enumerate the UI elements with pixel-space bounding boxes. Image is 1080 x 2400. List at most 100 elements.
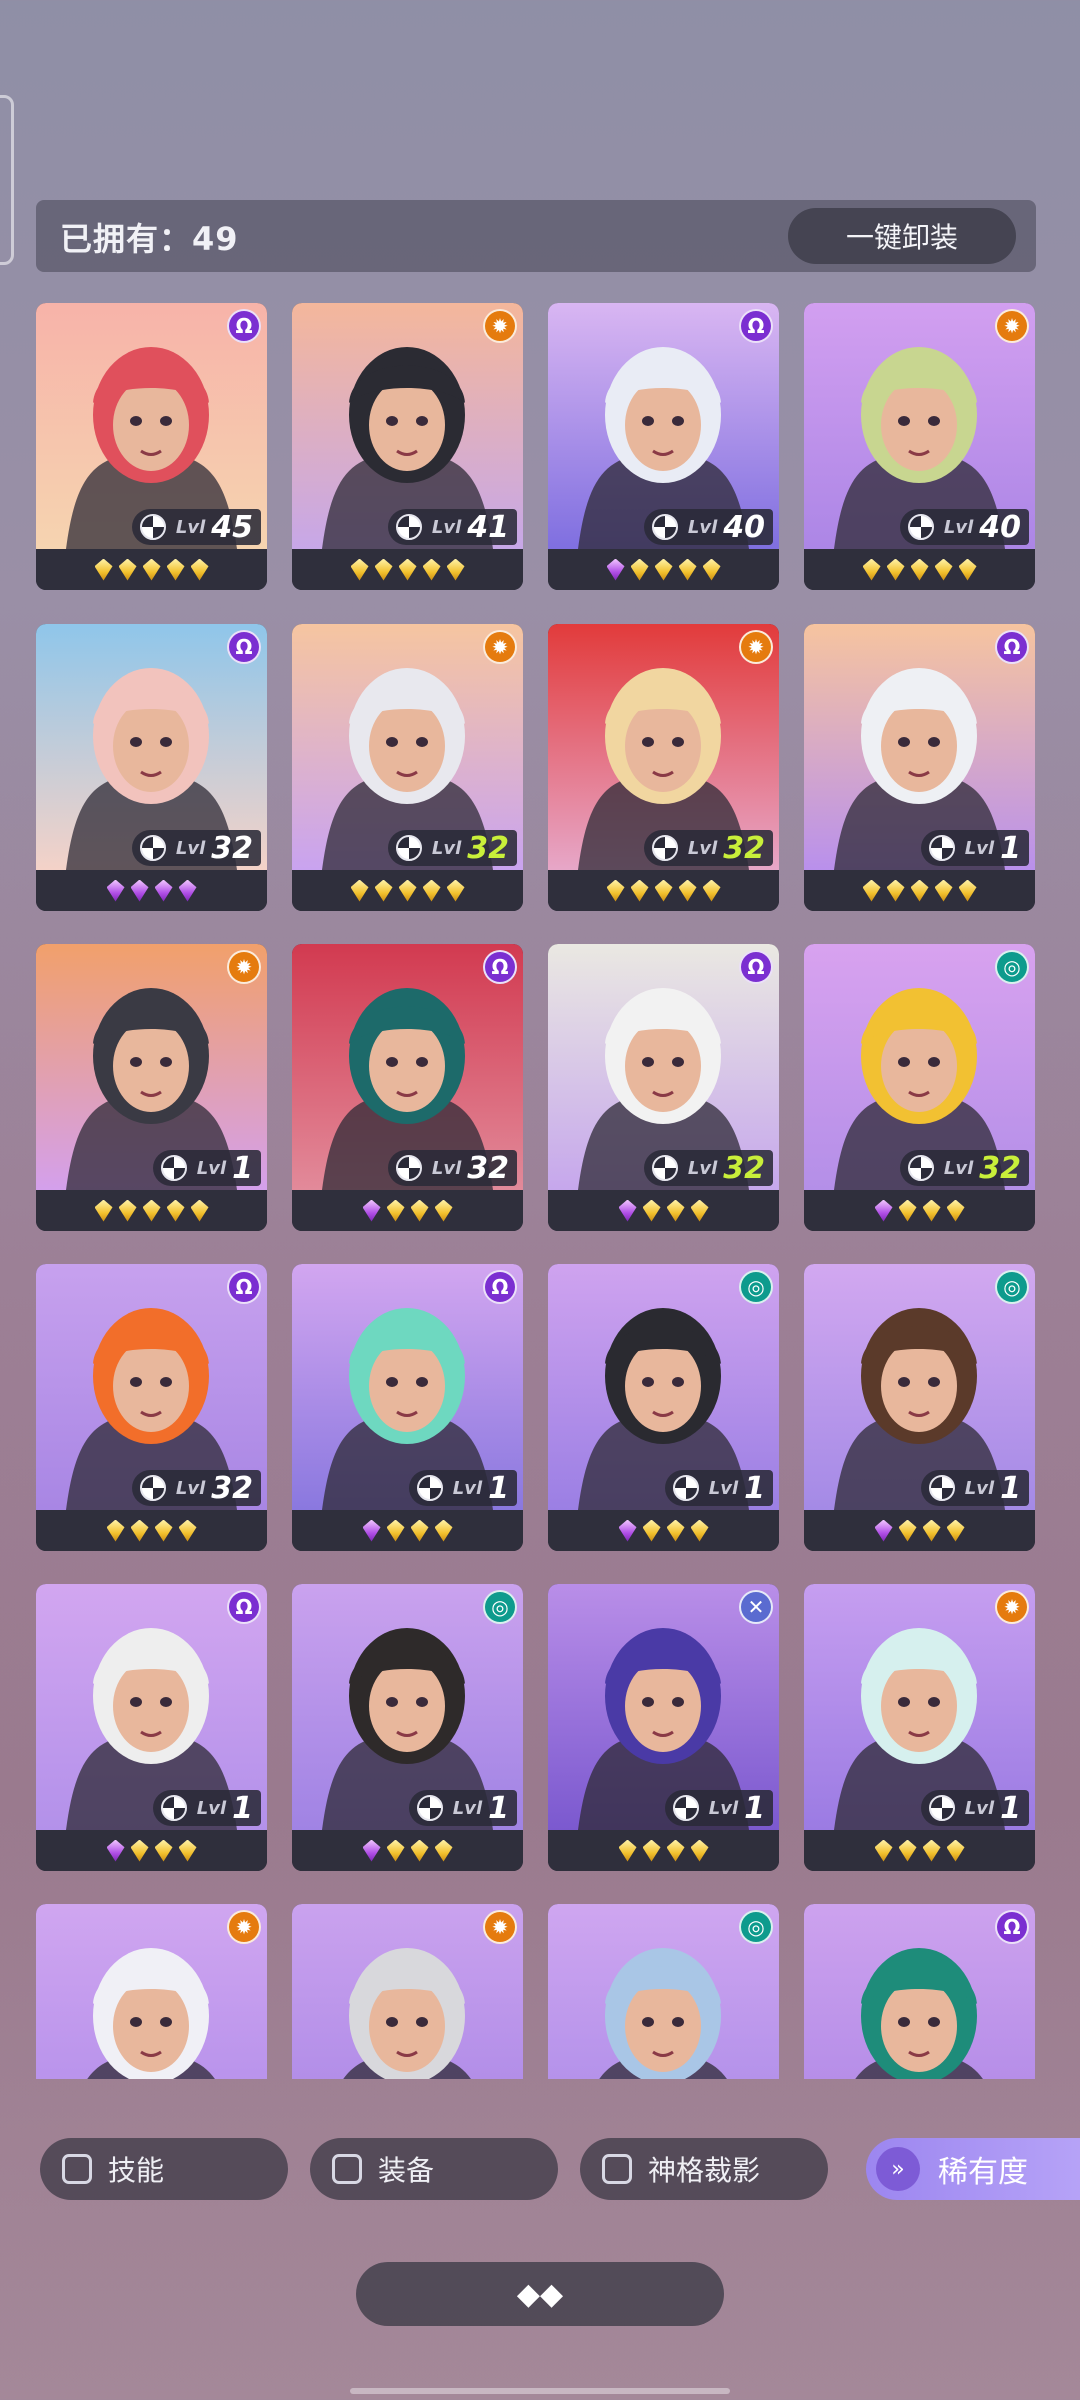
hero-card[interactable]: ✹ [36, 1904, 267, 2079]
filter-skill[interactable]: 技能 [40, 2138, 288, 2200]
gold-gem-icon [922, 1839, 941, 1862]
home-indicator[interactable] [350, 2388, 730, 2394]
class-icon [395, 835, 422, 861]
hero-card[interactable]: Ω Lvl 32 [36, 624, 267, 911]
rarity-sort-button[interactable]: » 稀有度 [866, 2138, 1080, 2200]
rarity-label: 稀有度 [938, 2155, 1028, 2190]
hero-card[interactable]: ◎ Lvl 32 [804, 944, 1035, 1231]
level-badge: Lvl 45 [131, 509, 261, 545]
gold-gem-icon [678, 558, 697, 581]
class-icon [907, 514, 934, 540]
level-badge: Lvl 40 [899, 509, 1029, 545]
owned-header: 已拥有：49 一键卸装 [36, 200, 1036, 272]
gold-gem-icon [642, 1519, 661, 1542]
side-handle[interactable] [0, 95, 14, 265]
level-label: Lvl [431, 516, 462, 538]
gold-gem-icon [190, 558, 209, 581]
star-gems [36, 549, 267, 590]
faction-icon: ✹ [227, 950, 261, 984]
gold-gem-icon [654, 879, 673, 902]
faction-icon: ✹ [483, 309, 517, 343]
gold-gem-icon [386, 1199, 405, 1222]
hero-card[interactable]: ✹ Lvl 32 [292, 624, 523, 911]
gold-gem-icon [618, 1839, 637, 1862]
purple-gem-icon [618, 1199, 637, 1222]
gold-gem-icon [630, 558, 649, 581]
hero-card[interactable]: Ω Lvl 45 [36, 303, 267, 590]
star-gems [548, 1510, 779, 1551]
gold-gem-icon [934, 558, 953, 581]
gold-gem-icon [666, 1839, 685, 1862]
level-badge: Lvl 32 [899, 1150, 1029, 1186]
hero-card[interactable]: Ω Lvl 1 [804, 624, 1035, 911]
level-value: 45 [211, 509, 253, 545]
hero-card[interactable]: ✹ Lvl 41 [292, 303, 523, 590]
faction-icon: Ω [995, 1910, 1029, 1944]
hero-card[interactable]: Ω Lvl 40 [548, 303, 779, 590]
hero-card[interactable]: ◎ Lvl 1 [804, 1264, 1035, 1551]
class-icon [651, 835, 678, 861]
level-value: 41 [467, 509, 509, 545]
faction-icon: ✹ [227, 1910, 261, 1944]
hero-card[interactable]: Ω Lvl 1 [36, 1584, 267, 1871]
faction-icon: ✕ [739, 1590, 773, 1624]
unequip-all-button[interactable]: 一键卸装 [788, 208, 1016, 264]
gold-gem-icon [922, 1199, 941, 1222]
gold-gem-icon [350, 879, 369, 902]
filter-gear[interactable]: 装备 [310, 2138, 558, 2200]
hero-card[interactable]: Ω Lvl 32 [292, 944, 523, 1231]
level-badge: Lvl 1 [408, 1470, 517, 1506]
gold-gem-icon [190, 1199, 209, 1222]
star-gems [36, 1830, 267, 1871]
level-label: Lvl [175, 1477, 206, 1499]
skill-checkbox[interactable] [62, 2154, 92, 2184]
star-gems [292, 870, 523, 911]
hero-card[interactable]: Ω Lvl 32 [548, 944, 779, 1231]
level-value: 32 [467, 830, 509, 866]
faction-icon: ✹ [739, 630, 773, 664]
level-value: 32 [979, 1150, 1021, 1186]
hero-card[interactable]: Ω Lvl 32 [36, 1264, 267, 1551]
hero-card[interactable]: ✹ Lvl 40 [804, 303, 1035, 590]
hero-card[interactable]: ◎ Lvl 1 [548, 1264, 779, 1551]
hero-card[interactable]: ✹ Lvl 32 [548, 624, 779, 911]
faction-icon: ◎ [739, 1270, 773, 1304]
faction-icon: Ω [227, 309, 261, 343]
gold-gem-icon [946, 1839, 965, 1862]
hero-card[interactable]: Ω Lvl 1 [292, 1264, 523, 1551]
gold-gem-icon [410, 1199, 429, 1222]
level-badge: Lvl 32 [643, 830, 773, 866]
level-label: Lvl [964, 1477, 995, 1499]
hero-card[interactable]: ◎ [548, 1904, 779, 2079]
hero-card[interactable]: ✹ [292, 1904, 523, 2079]
filter-divine-label: 神格裁影 [648, 2154, 761, 2187]
hero-card[interactable]: Ω [804, 1904, 1035, 2079]
hero-card[interactable]: ◎ Lvl 1 [292, 1584, 523, 1871]
level-value: 1 [488, 1790, 509, 1826]
star-gems [548, 549, 779, 590]
hero-card[interactable]: ✹ Lvl 1 [804, 1584, 1035, 1871]
hero-card[interactable]: ✹ Lvl 1 [36, 944, 267, 1231]
class-icon [160, 1155, 187, 1181]
level-value: 1 [744, 1790, 765, 1826]
filter-divine[interactable]: 神格裁影 [580, 2138, 828, 2200]
divine-checkbox[interactable] [602, 2154, 632, 2184]
level-label: Lvl [708, 1797, 739, 1819]
gold-gem-icon [946, 1199, 965, 1222]
gear-checkbox[interactable] [332, 2154, 362, 2184]
level-value: 1 [1000, 1790, 1021, 1826]
filter-bar: 技能 装备 神格裁影 » 稀有度 [0, 2138, 1080, 2204]
purple-gem-icon [362, 1519, 381, 1542]
star-gems [36, 870, 267, 911]
hero-card[interactable]: ✕ Lvl 1 [548, 1584, 779, 1871]
purple-gem-icon [154, 879, 173, 902]
purple-gem-icon [130, 879, 149, 902]
hero-grid: Ω Lvl 45 ✹ Lvl 41 Ω Lvl 40 ✹ Lvl 40 Ω Lvl 32 ✹ Lvl 32 ✹ Lvl… [36, 303, 1036, 2079]
gold-gem-icon [94, 558, 113, 581]
gold-gem-icon [702, 558, 721, 581]
level-badge: Lvl 32 [643, 1150, 773, 1186]
star-gems [36, 1190, 267, 1231]
level-value: 1 [232, 1790, 253, 1826]
gold-gem-icon [386, 1519, 405, 1542]
collapse-button[interactable]: ◆◆ [356, 2262, 724, 2326]
